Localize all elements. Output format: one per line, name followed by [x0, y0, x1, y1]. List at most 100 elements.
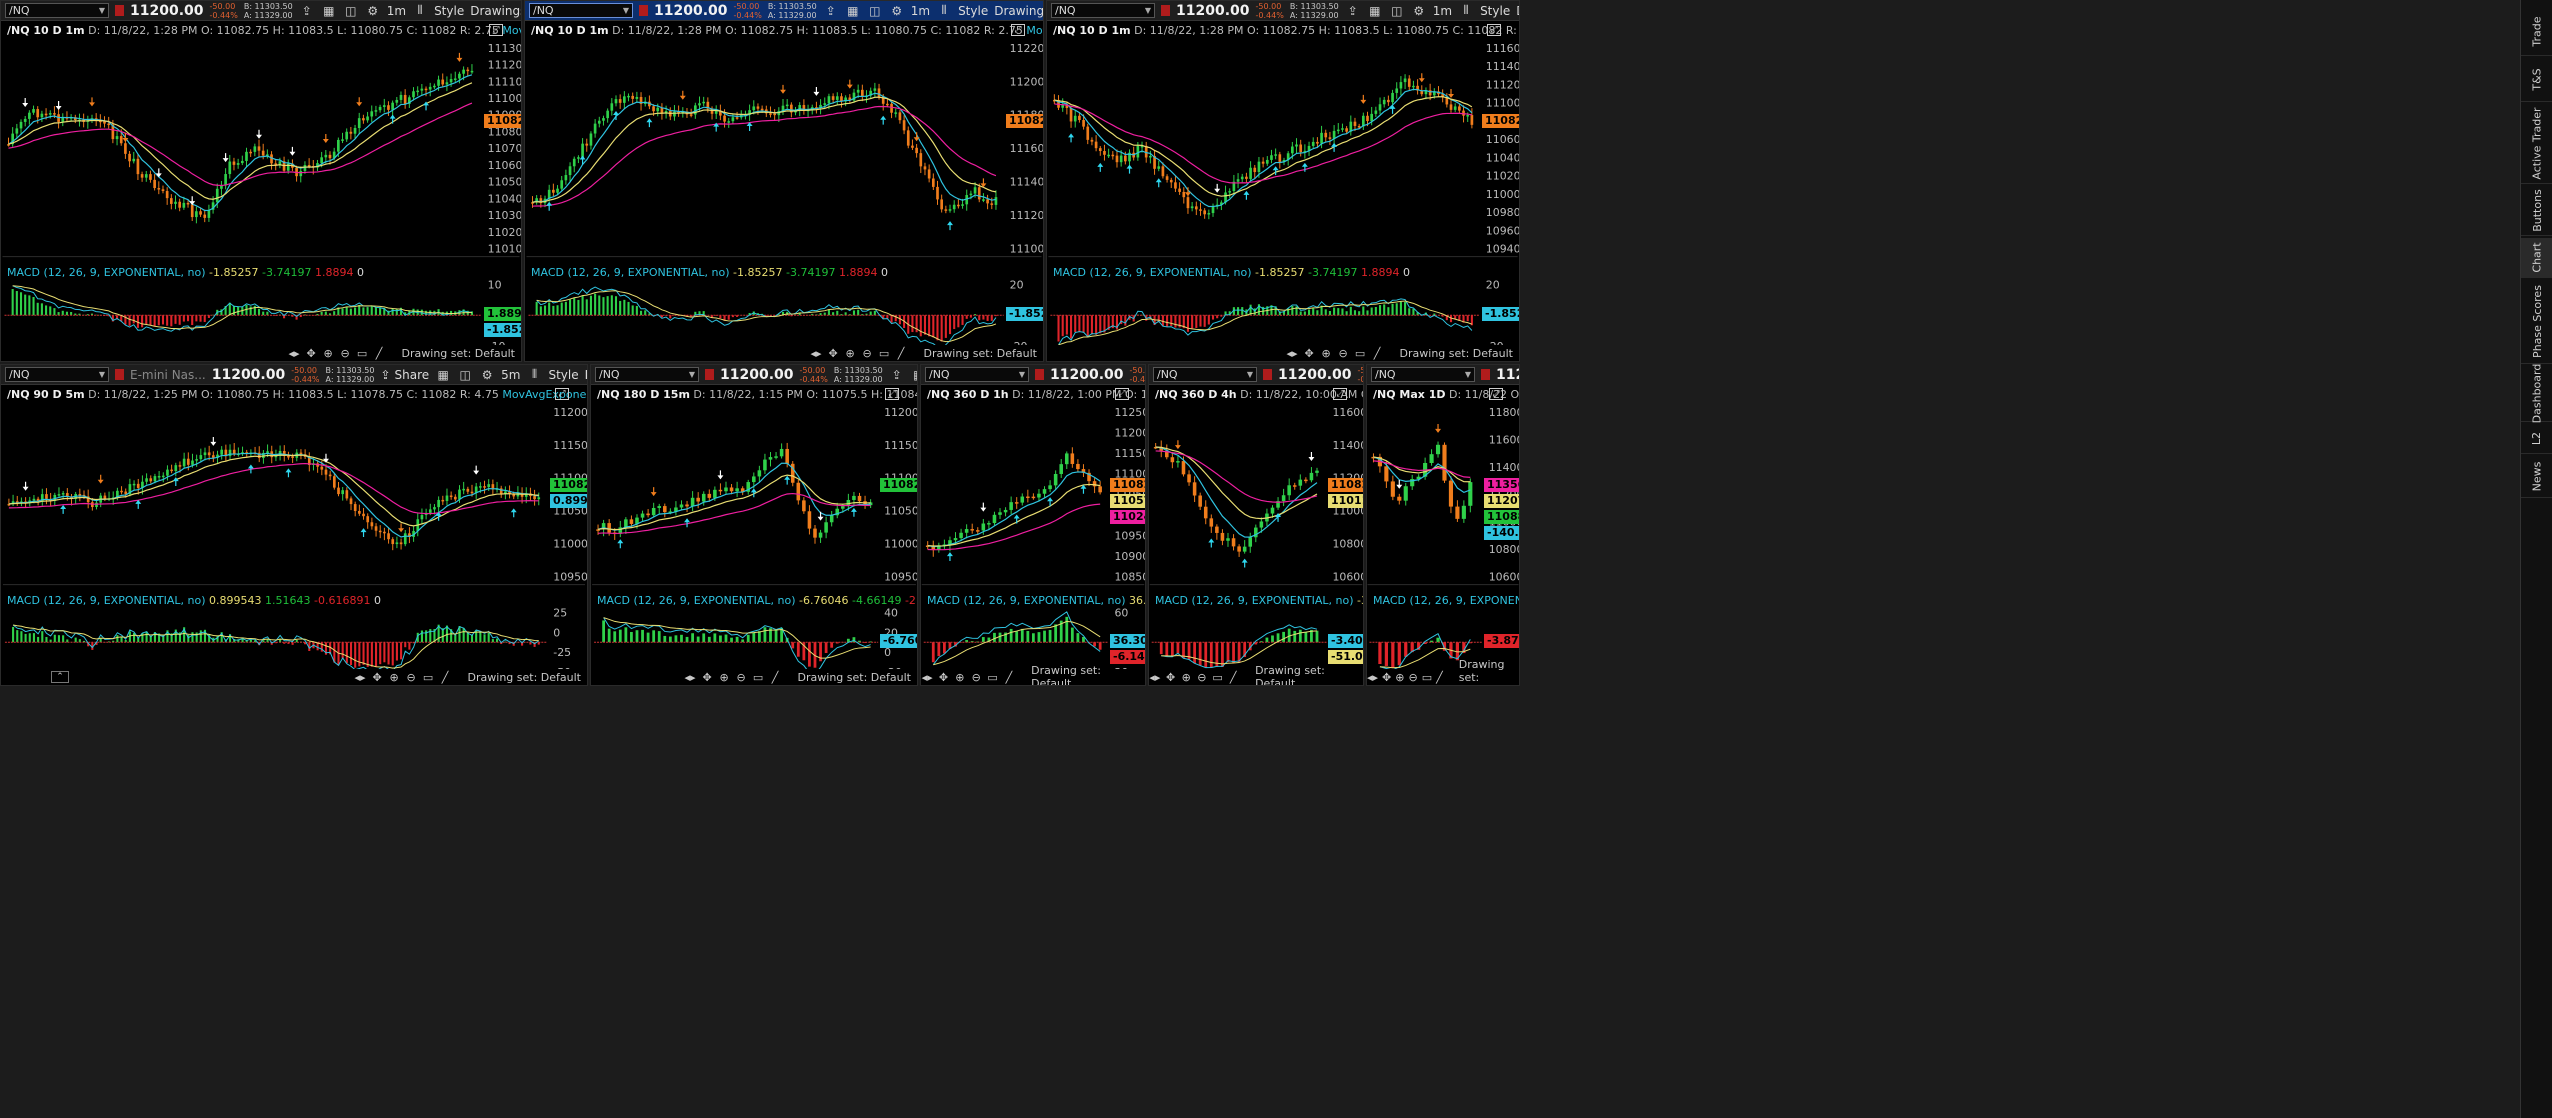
- zoom-box-icon[interactable]: ▭: [878, 347, 891, 360]
- link-color-icon[interactable]: [1481, 369, 1490, 380]
- link-color-icon[interactable]: [115, 369, 124, 380]
- chart-panel-2[interactable]: /NQ ▼ 11200.00 -50.00 -0.44% B: 11303.50 A: 11…: [524, 0, 1044, 362]
- drawing-set-selector[interactable]: Drawing set: Default: [402, 347, 515, 360]
- zoom-fit-icon[interactable]: ⤢: [1333, 388, 1347, 400]
- chart-panel-5[interactable]: /NQ ▼ 11200.00 -50.00 -0.44% B: 11303.50 A: 11…: [590, 364, 918, 686]
- chart-area[interactable]: 1180011600114001120011000108001060010/17…: [1367, 386, 1519, 685]
- zoom-in-icon[interactable]: ⊕: [954, 671, 966, 684]
- layout-icon[interactable]: ◫: [1389, 4, 1405, 18]
- interval-selector[interactable]: 1m: [1433, 4, 1452, 18]
- drawings-button[interactable]: Drawings: [1516, 4, 1519, 18]
- symbol-selector[interactable]: /NQ ▼: [595, 367, 699, 382]
- zoom-in-icon[interactable]: ⊕: [1395, 671, 1404, 684]
- style-button[interactable]: Style: [958, 4, 988, 18]
- drawing-tool-icon[interactable]: ╱: [1436, 671, 1443, 684]
- drawings-button[interactable]: Drawings: [994, 4, 1043, 18]
- zoom-in-icon[interactable]: ⊕: [844, 347, 857, 360]
- grid-icon[interactable]: ▦: [321, 4, 337, 18]
- drawing-set-selector[interactable]: Drawing set: Default: [924, 347, 1037, 360]
- share-icon[interactable]: ⇪: [299, 4, 315, 18]
- chart-panel-6[interactable]: /NQ▼11200.00-50.00-0.44%B: 11303.50A: 11…: [920, 364, 1146, 686]
- zoom-out-icon[interactable]: ⊖: [1337, 347, 1350, 360]
- drawings-button[interactable]: Drawings: [470, 4, 521, 18]
- drawing-set-selector[interactable]: Drawing set: Default: [1400, 347, 1513, 360]
- zoom-fit-icon[interactable]: ⤢: [885, 388, 899, 400]
- share-icon[interactable]: ⇪: [823, 4, 839, 18]
- symbol-selector[interactable]: /NQ ▼: [529, 3, 633, 18]
- chart-area[interactable]: 1116011140111201110011080110601104011020…: [1047, 22, 1519, 361]
- scroll-icon[interactable]: ◂▸: [288, 347, 301, 360]
- chart-panel-4[interactable]: /NQ ▼ E-mini Nas... 11200.00 -50.00 -0.44% B: …: [0, 364, 588, 686]
- settings-gear-icon[interactable]: ⚙: [479, 368, 495, 382]
- zoom-fit-icon[interactable]: ⤢: [1487, 24, 1501, 36]
- grid-icon[interactable]: ▦: [435, 368, 451, 382]
- style-button[interactable]: Style: [1480, 4, 1510, 18]
- chart-panel-7[interactable]: /NQ▼11200.00-50.00-0.44%B: 11303.50A: 11…: [1148, 364, 1364, 686]
- bar-style-icon[interactable]: ⫴: [412, 3, 428, 18]
- interval-selector[interactable]: 5m: [501, 368, 520, 382]
- bar-style-icon[interactable]: ⫴: [526, 367, 542, 382]
- zoom-fit-icon[interactable]: ⤢: [555, 388, 569, 400]
- zoom-box-icon[interactable]: ▭: [752, 671, 765, 684]
- symbol-selector[interactable]: /NQ ▼: [1051, 3, 1155, 18]
- price-chart-svg[interactable]: 1116011140111201110011080110601104011020…: [1047, 22, 1519, 361]
- share-icon[interactable]: ⇪: [1345, 4, 1361, 18]
- symbol-selector[interactable]: /NQ ▼: [1153, 367, 1257, 382]
- link-color-icon[interactable]: [639, 5, 648, 16]
- interval-selector[interactable]: 1m: [387, 4, 406, 18]
- sidebar-tab-phase-scores[interactable]: Phase Scores: [2521, 280, 2552, 364]
- scroll-icon[interactable]: ◂▸: [354, 671, 367, 684]
- pan-icon[interactable]: ✥: [1303, 347, 1316, 360]
- style-button[interactable]: Style: [434, 4, 464, 18]
- drawing-set-selector[interactable]: Drawing set: Default: [468, 671, 581, 684]
- link-color-icon[interactable]: [115, 5, 124, 16]
- chart-area[interactable]: 1125011200111501110011050110001095010900…: [921, 386, 1145, 685]
- price-chart-svg[interactable]: 112001115011100110501100010950250-25-505…: [1, 386, 587, 685]
- zoom-box-icon[interactable]: ▭: [1212, 671, 1224, 684]
- pan-icon[interactable]: ✥: [937, 671, 949, 684]
- scroll-icon[interactable]: ◂▸: [1149, 671, 1161, 684]
- chart-panel-1[interactable]: /NQ ▼ 11200.00 -50.00 -0.44% B: 11303.50 A: 11…: [0, 0, 522, 362]
- chart-area[interactable]: 1113011120111101110011090110801107011060…: [1, 22, 521, 361]
- zoom-box-icon[interactable]: ▭: [986, 671, 998, 684]
- grid-icon[interactable]: ▦: [845, 4, 861, 18]
- zoom-in-icon[interactable]: ⊕: [1180, 671, 1192, 684]
- zoom-out-icon[interactable]: ⊖: [339, 347, 352, 360]
- zoom-fit-icon[interactable]: ⤢: [1115, 388, 1129, 400]
- chart-panel-8[interactable]: /NQ▼11200.00-50.00-0.44%B: 11303.50A: 11…: [1366, 364, 1520, 686]
- scroll-icon[interactable]: ◂▸: [684, 671, 697, 684]
- settings-gear-icon[interactable]: ⚙: [1411, 4, 1427, 18]
- layout-icon[interactable]: ◫: [343, 4, 359, 18]
- scroll-icon[interactable]: ◂▸: [1367, 671, 1378, 684]
- zoom-out-icon[interactable]: ⊖: [735, 671, 748, 684]
- sidebar-tab-trade[interactable]: Trade: [2521, 8, 2552, 56]
- settings-gear-icon[interactable]: ⚙: [889, 4, 905, 18]
- drawing-tool-icon[interactable]: ╱: [769, 671, 782, 684]
- price-chart-svg[interactable]: 1113011120111101110011090110801107011060…: [1, 22, 521, 361]
- link-color-icon[interactable]: [1161, 5, 1170, 16]
- scroll-icon[interactable]: ◂▸: [810, 347, 823, 360]
- sidebar-tab-news[interactable]: News: [2521, 456, 2552, 498]
- chart-area[interactable]: 11600114001120011000108001060011/111/211…: [1149, 386, 1363, 685]
- sidebar-tab-t-s[interactable]: T&S: [2521, 58, 2552, 102]
- zoom-in-icon[interactable]: ⊕: [1320, 347, 1333, 360]
- sidebar-tab-chart[interactable]: Chart: [2521, 238, 2552, 278]
- zoom-box-icon[interactable]: ▭: [1354, 347, 1367, 360]
- sidebar-tab-active-trader[interactable]: Active Trader: [2521, 104, 2552, 184]
- pan-icon[interactable]: ✥: [305, 347, 318, 360]
- pan-icon[interactable]: ✥: [371, 671, 384, 684]
- price-chart-svg[interactable]: 11200111501110011050110001095040200-20Tu…: [591, 386, 917, 685]
- drawing-set-selector[interactable]: Drawing set: Default: [798, 671, 911, 684]
- symbol-selector[interactable]: /NQ ▼: [925, 367, 1029, 382]
- zoom-out-icon[interactable]: ⊖: [970, 671, 982, 684]
- sidebar-tab-l2[interactable]: L2: [2521, 424, 2552, 454]
- link-color-icon[interactable]: [1035, 369, 1044, 380]
- link-color-icon[interactable]: [1263, 369, 1272, 380]
- link-color-icon[interactable]: [705, 369, 714, 380]
- layout-icon[interactable]: ◫: [867, 4, 883, 18]
- symbol-selector[interactable]: /NQ ▼: [5, 3, 109, 18]
- chart-area[interactable]: 11200111501110011050110001095040200-20Tu…: [591, 386, 917, 685]
- drawing-tool-icon[interactable]: ╱: [1227, 671, 1239, 684]
- bar-style-icon[interactable]: ⫴: [1458, 3, 1474, 18]
- pan-icon[interactable]: ✥: [827, 347, 840, 360]
